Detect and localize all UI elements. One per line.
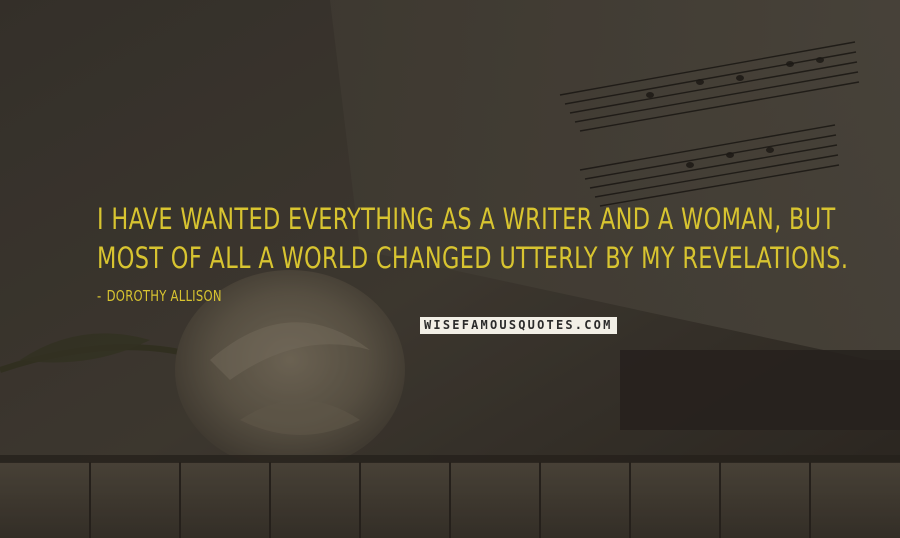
author-name: Dorothy Allison	[106, 287, 222, 305]
watermark-label: WISEFAMOUSQUOTES.COM	[420, 317, 617, 334]
quote-text: I have wanted everything as a writer and…	[97, 200, 849, 278]
quote-line-1: I have wanted everything as a writer and…	[97, 202, 836, 236]
quote-image: I have wanted everything as a writer and…	[0, 0, 900, 538]
author-attribution: - Dorothy Allison	[97, 287, 222, 305]
author-dash: -	[97, 287, 102, 305]
quote-line-2: most of all a world changed utterly by m…	[97, 241, 849, 275]
